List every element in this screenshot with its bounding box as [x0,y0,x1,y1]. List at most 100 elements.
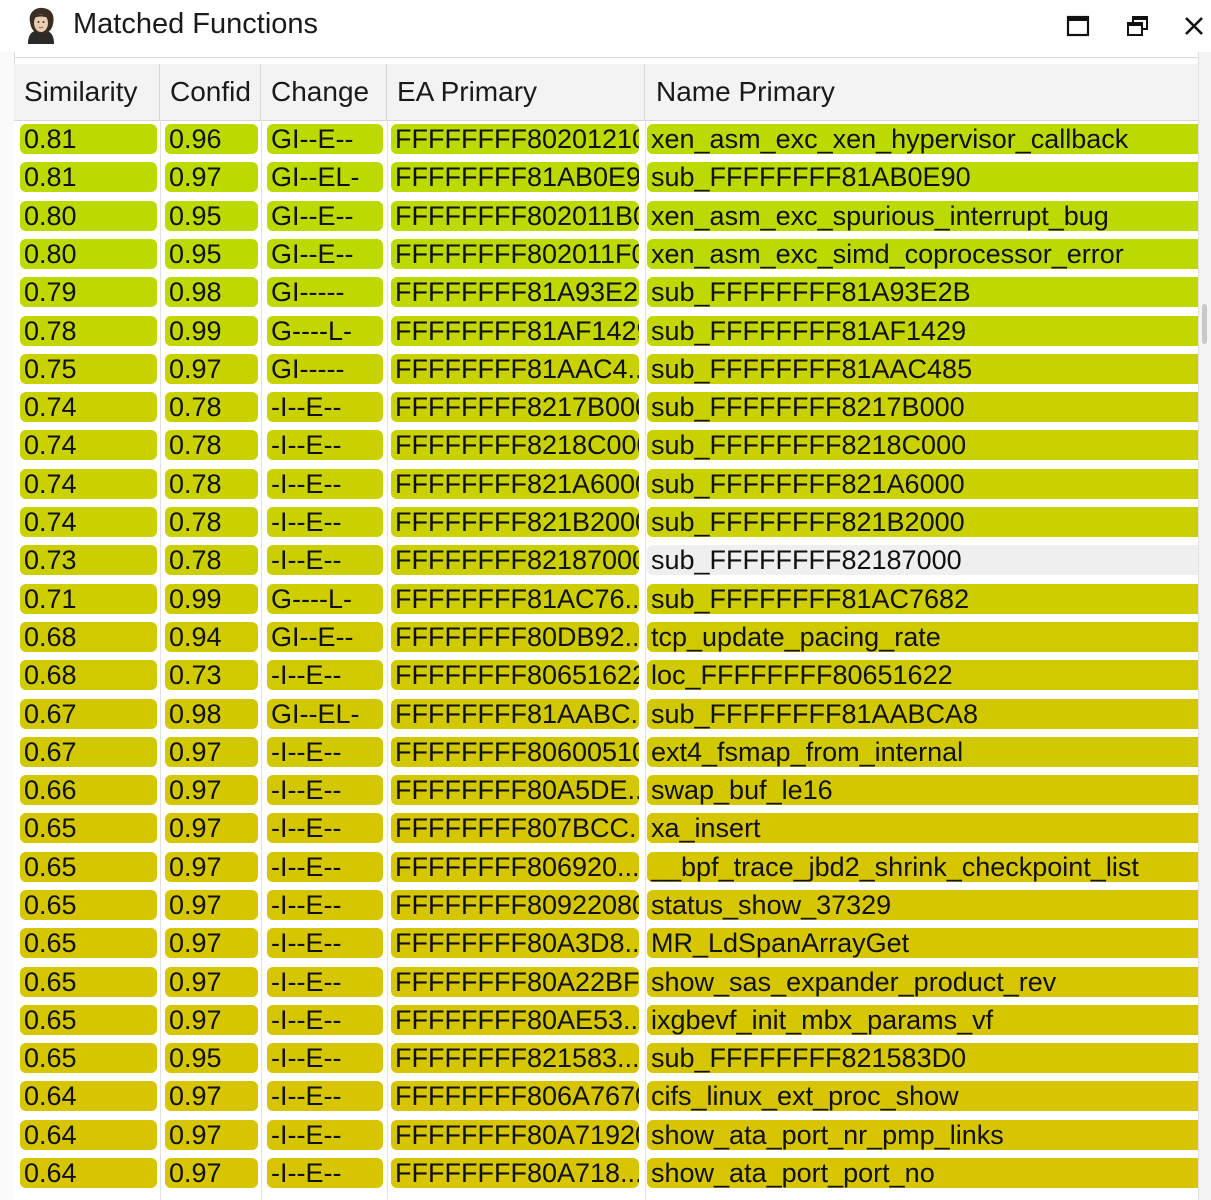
scrollbar-thumb[interactable] [1202,304,1207,344]
ea-primary-cell: FFFFFFFF81AAC4... [391,354,639,384]
table-row[interactable]: 0.78 0.99 G----L- FFFFFFFF81AF1429 sub_FFFFF… [14,312,1198,350]
change-cell: -I--E-- [267,737,383,767]
confidence-cell: 0.98 [165,699,258,729]
column-header-confidence[interactable]: Confid [160,64,261,120]
name-primary-cell: MR_LdSpanArrayGet [647,928,1198,958]
name-primary-cell: sub_FFFFFFFF81AB0E90 [647,162,1198,192]
confidence-cell: 0.78 [165,545,258,575]
similarity-cell: 0.64 [20,1120,157,1150]
table-row[interactable]: 0.66 0.97 -I--E-- FFFFFFFF80A5DE... swap_buf… [14,771,1198,809]
table-row[interactable]: 0.65 0.97 -I--E-- FFFFFFFF80AE53... ixgbevf_… [14,1001,1198,1039]
column-header-change[interactable]: Change [261,64,387,120]
change-cell: -I--E-- [267,660,383,690]
change-cell: -I--E-- [267,507,383,537]
ea-primary-cell: FFFFFFFF80201210 [391,124,639,154]
change-cell: -I--E-- [267,1043,383,1073]
change-cell: GI----- [267,354,383,384]
similarity-cell: 0.81 [20,162,157,192]
table-row[interactable]: 0.67 0.98 GI--EL- FFFFFFFF81AABC... sub_FFFF… [14,695,1198,733]
name-primary-cell: sub_FFFFFFFF81A93E2B [647,277,1198,307]
name-primary-cell: show_ata_port_nr_pmp_links [647,1120,1198,1150]
ea-primary-cell: FFFFFFFF807BCC... [391,813,639,843]
confidence-cell: 0.73 [165,660,258,690]
column-header-ea-primary[interactable]: EA Primary [387,64,645,120]
similarity-cell: 0.65 [20,890,157,920]
table-row[interactable]: 0.68 0.73 -I--E-- FFFFFFFF80651622 loc_FFFFF… [14,656,1198,694]
change-cell: G----L- [267,316,383,346]
confidence-cell: 0.97 [165,1005,258,1035]
table-row[interactable]: 0.74 0.78 -I--E-- FFFFFFFF821A6000 sub_FFFFF… [14,465,1198,503]
confidence-cell: 0.95 [165,239,258,269]
table-row[interactable]: 0.65 0.95 -I--E-- FFFFFFFF821583... sub_FFFF… [14,1039,1198,1077]
similarity-cell: 0.75 [20,354,157,384]
similarity-cell: 0.78 [20,316,157,346]
change-cell: -I--E-- [267,928,383,958]
table-row[interactable]: 0.67 0.97 -I--E-- FFFFFFFF80600510 ext4_fsma… [14,733,1198,771]
similarity-cell: 0.65 [20,928,157,958]
confidence-cell: 0.94 [165,622,258,652]
ea-primary-cell: FFFFFFFF802011F0 [391,239,639,269]
name-primary-cell: loc_FFFFFFFF80651622 [647,660,1198,690]
table-row[interactable]: 0.65 0.97 -I--E-- FFFFFFFF80A22BF0 show_sas_… [14,963,1198,1001]
similarity-cell: 0.65 [20,852,157,882]
table-row[interactable]: 0.68 0.94 GI--E-- FFFFFFFF80DB92... tcp_upda… [14,618,1198,656]
ea-primary-cell: FFFFFFFF82187000 [391,545,639,575]
table-row[interactable]: 0.65 0.97 -I--E-- FFFFFFFF806920... __bpf_tr… [14,848,1198,886]
table-row[interactable]: 0.64 0.97 -I--E-- FFFFFFFF80A71920 show_ata_… [14,1116,1198,1154]
table-row[interactable]: 0.65 0.97 -I--E-- FFFFFFFF80A3D8... MR_LdSpa… [14,924,1198,962]
name-primary-cell: sub_FFFFFFFF82187000 [647,545,1198,575]
confidence-cell: 0.97 [165,852,258,882]
confidence-cell: 0.97 [165,737,258,767]
name-primary-cell: xen_asm_exc_simd_coprocessor_error [647,239,1198,269]
name-primary-cell: cifs_linux_ext_proc_show [647,1081,1198,1111]
vertical-scrollbar[interactable] [1198,52,1211,1200]
change-cell: GI--E-- [267,124,383,154]
table-row[interactable]: 0.65 0.97 -I--E-- FFFFFFFF80922080 status_sh… [14,886,1198,924]
change-cell: -I--E-- [267,1005,383,1035]
change-cell: -I--E-- [267,1158,383,1188]
table-row[interactable]: 0.80 0.95 GI--E-- FFFFFFFF802011B0 xen_asm_e… [14,197,1198,235]
similarity-cell: 0.67 [20,699,157,729]
table-row[interactable]: 0.79 0.98 GI----- FFFFFFFF81A93E2B sub_FFFFF… [14,273,1198,311]
confidence-cell: 0.78 [165,469,258,499]
maximize-icon[interactable] [1062,10,1094,42]
change-cell: GI--E-- [267,622,383,652]
close-icon[interactable] [1178,10,1210,42]
table-row[interactable]: 0.73 0.78 -I--E-- FFFFFFFF82187000 sub_FFFFF… [14,541,1198,579]
column-header-similarity[interactable]: Similarity [14,64,160,120]
column-header-name-primary[interactable]: Name Primary [645,64,1198,120]
ea-primary-cell: FFFFFFFF81AC76... [391,584,639,614]
name-primary-cell: status_show_37329 [647,890,1198,920]
restore-icon[interactable] [1122,10,1154,42]
title-bar: Matched Functions [0,0,1211,52]
table-row[interactable]: 0.74 0.78 -I--E-- FFFFFFFF8218C000 sub_FFFFF… [14,426,1198,464]
table-row[interactable]: 0.75 0.97 GI----- FFFFFFFF81AAC4... sub_FFFF… [14,350,1198,388]
similarity-cell: 0.65 [20,813,157,843]
name-primary-cell: show_sas_expander_product_rev [647,967,1198,997]
table-row[interactable]: 0.81 0.97 GI--EL- FFFFFFFF81AB0E90 sub_FFFFF… [14,158,1198,196]
name-primary-cell: sub_FFFFFFFF821B2000 [647,507,1198,537]
change-cell: -I--E-- [267,852,383,882]
table-row[interactable]: 0.80 0.95 GI--E-- FFFFFFFF802011F0 xen_asm_e… [14,235,1198,273]
table-row[interactable]: 0.71 0.99 G----L- FFFFFFFF81AC76... sub_FFFF… [14,580,1198,618]
name-primary-cell: ext4_fsmap_from_internal [647,737,1198,767]
portrait-avatar-icon [22,6,60,46]
confidence-cell: 0.97 [165,1120,258,1150]
confidence-cell: 0.98 [165,277,258,307]
table-row[interactable]: 0.64 0.97 -I--E-- FFFFFFFF80A718... show_ata… [14,1154,1198,1192]
ea-primary-cell: FFFFFFFF80AE53... [391,1005,639,1035]
table-row[interactable]: 0.74 0.78 -I--E-- FFFFFFFF821B2000 sub_FFFFF… [14,503,1198,541]
table-row[interactable]: 0.74 0.78 -I--E-- FFFFFFFF8217B000 sub_FFFFF… [14,388,1198,426]
table-row[interactable]: 0.64 0.97 -I--E-- FFFFFFFF806A7670 cifs_linu… [14,1077,1198,1115]
table-row[interactable]: 0.81 0.96 GI--E-- FFFFFFFF80201210 xen_asm_e… [14,120,1198,158]
confidence-cell: 0.78 [165,430,258,460]
name-primary-cell: xen_asm_exc_xen_hypervisor_callback [647,124,1198,154]
ea-primary-cell: FFFFFFFF81A93E2B [391,277,639,307]
similarity-cell: 0.74 [20,469,157,499]
similarity-cell: 0.65 [20,1005,157,1035]
table-row[interactable]: 0.65 0.97 -I--E-- FFFFFFFF807BCC... xa_inser… [14,809,1198,847]
similarity-cell: 0.66 [20,775,157,805]
ea-primary-cell: FFFFFFFF806920... [391,852,639,882]
change-cell: -I--E-- [267,1120,383,1150]
name-primary-cell: sub_FFFFFFFF821A6000 [647,469,1198,499]
